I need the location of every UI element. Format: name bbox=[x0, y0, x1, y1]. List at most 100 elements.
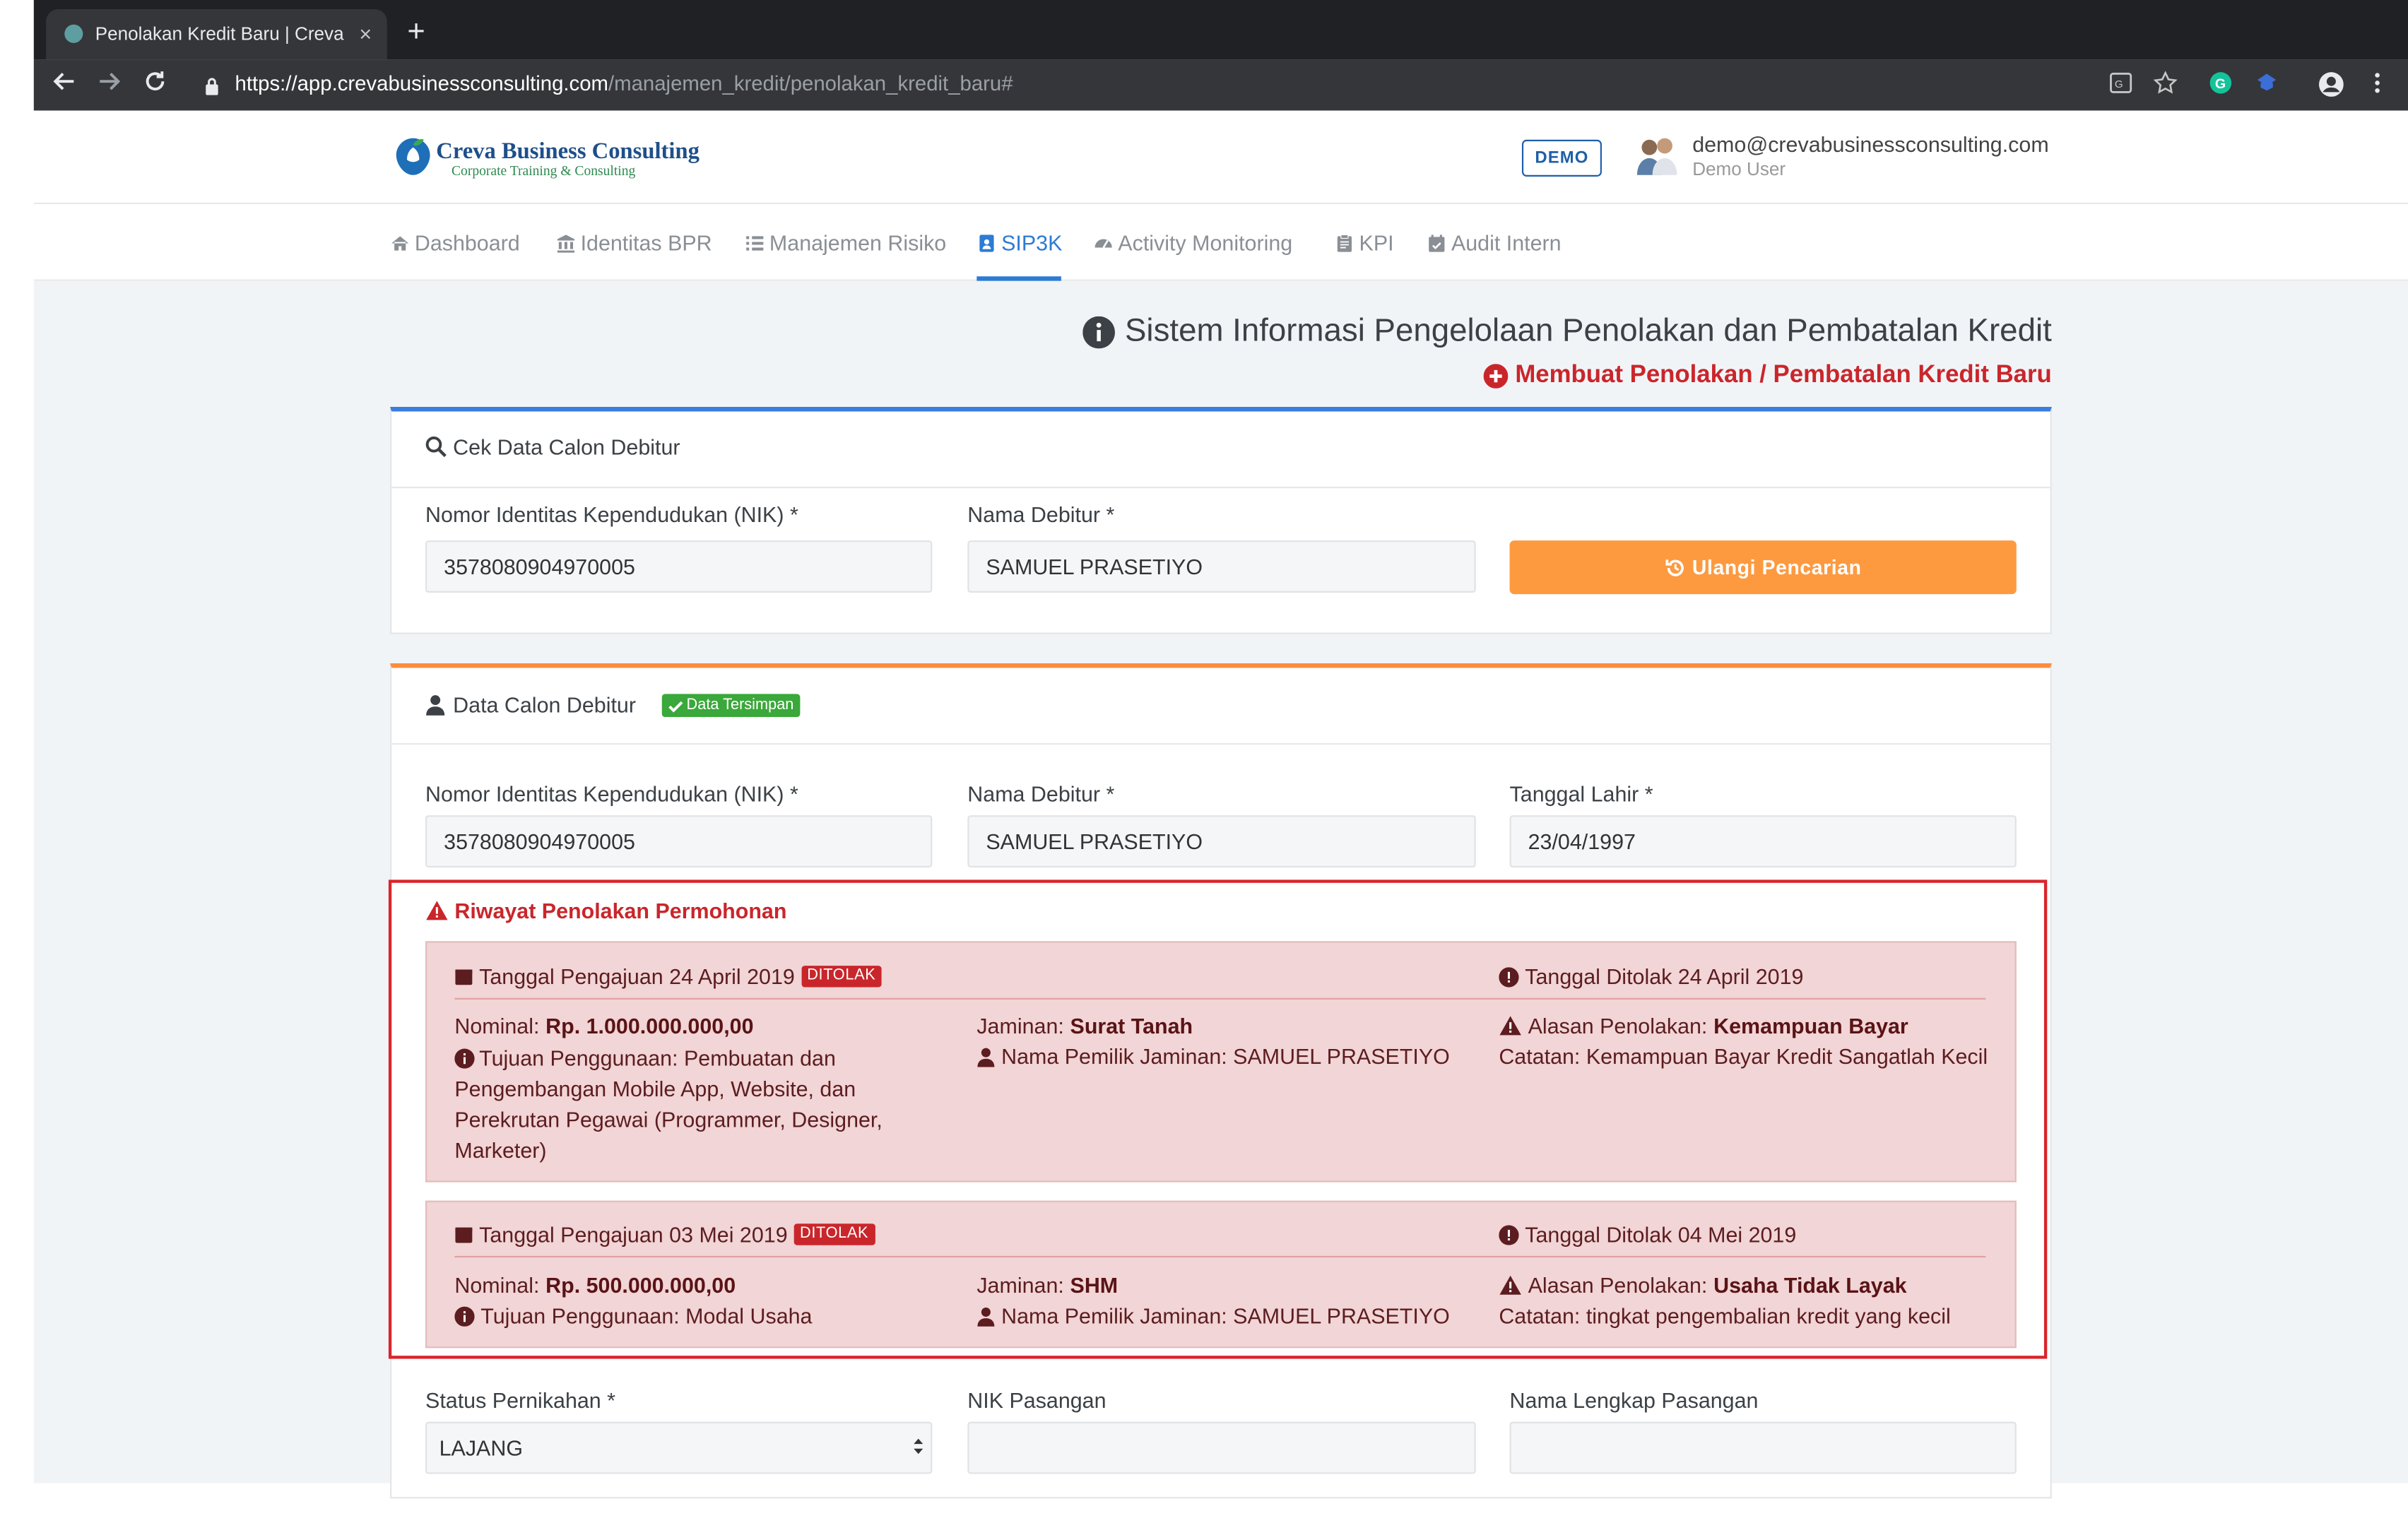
purpose: Tujuan Penggunaan: Pembuatan dan Pengemb… bbox=[454, 1043, 915, 1166]
saved-badge: Data Tersimpan bbox=[661, 694, 801, 718]
info-icon bbox=[454, 1048, 475, 1069]
purpose-text: Tujuan Penggunaan: Pembuatan dan Pengemb… bbox=[454, 1045, 883, 1163]
nav-item-label: KPI bbox=[1359, 230, 1394, 255]
saved-badge-label: Data Tersimpan bbox=[686, 697, 794, 714]
app-header bbox=[33, 110, 2408, 205]
back-arrow-icon[interactable] bbox=[49, 69, 80, 100]
debtor-name-input[interactable]: SAMUEL PRASETIYO bbox=[967, 815, 1476, 868]
create-new-link[interactable]: Membuat Penolakan / Pembatalan Kredit Ba… bbox=[1382, 362, 2052, 390]
avatar[interactable] bbox=[1634, 132, 1680, 178]
url-text[interactable]: https://app.crevabusinessconsulting.com/… bbox=[235, 72, 1013, 95]
list-icon bbox=[746, 235, 764, 250]
brand-name[interactable]: Creva Business Consulting bbox=[436, 140, 700, 166]
clipboard-icon bbox=[1337, 233, 1352, 251]
svg-text:G: G bbox=[2115, 78, 2123, 90]
repeat-search-button[interactable]: Ulangi Pencarian bbox=[1509, 540, 2017, 595]
nik-label: Nomor Identitas Kependudukan (NIK) * bbox=[425, 502, 798, 527]
status-badge: DITOLAK bbox=[801, 966, 883, 988]
translate-icon[interactable]: G bbox=[2108, 71, 2136, 98]
collateral-owner: Nama Pemilik Jaminan: SAMUEL PRASETIYO bbox=[976, 1043, 1450, 1069]
nav-item-manajemen-risiko[interactable]: Manajemen Risiko bbox=[745, 230, 946, 255]
collateral-label: Jaminan: bbox=[976, 1013, 1064, 1038]
nav-item-label: Manajemen Risiko bbox=[769, 230, 947, 255]
home-icon bbox=[391, 235, 409, 250]
page-title-text: Sistem Informasi Pengelolaan Penolakan d… bbox=[1124, 313, 2052, 349]
status-badge: DITOLAK bbox=[793, 1223, 875, 1245]
rejection-date: Tanggal Ditolak 24 April 2019 bbox=[1499, 964, 1803, 989]
rejection-reason: Alasan Penolakan: Usaha Tidak Layak bbox=[1499, 1272, 1907, 1298]
warning-icon bbox=[1499, 1275, 1521, 1295]
rejection-reason-label: Alasan Penolakan: bbox=[1528, 1013, 1708, 1038]
url-host: https://app.crevabusinessconsulting.com bbox=[235, 72, 609, 95]
nav-item-activity-monitoring[interactable]: Activity Monitoring bbox=[1094, 230, 1293, 255]
user-icon bbox=[977, 1306, 995, 1326]
debtor-card-title-text: Data Calon Debitur bbox=[453, 692, 636, 718]
collateral: Jaminan: Surat Tanah bbox=[976, 1014, 1193, 1038]
rejection-date-text: Tanggal Ditolak 04 Mei 2019 bbox=[1525, 1222, 1797, 1247]
user-role: Demo User bbox=[1692, 158, 1786, 180]
submission-date: Tanggal Pengajuan 24 April 2019 DITOLAK bbox=[454, 964, 883, 989]
marital-status-select[interactable]: LAJANG bbox=[425, 1421, 933, 1474]
nav-item-sip3k[interactable]: SIP3K bbox=[976, 230, 1062, 255]
repeat-search-label: Ulangi Pencarian bbox=[1692, 555, 1862, 579]
nominal-label: Nominal: bbox=[454, 1272, 540, 1298]
nav-item-label: Identitas BPR bbox=[580, 230, 712, 255]
purpose-text: Tujuan Penggunaan: Modal Usaha bbox=[480, 1303, 813, 1329]
dob-input[interactable]: 23/04/1997 bbox=[1509, 815, 2017, 868]
nik-input[interactable]: 3578080904970005 bbox=[425, 540, 933, 593]
info-circle-icon bbox=[1083, 315, 1116, 348]
nav-item-identitas-bpr[interactable]: Identitas BPR bbox=[556, 230, 712, 255]
check-icon bbox=[668, 700, 683, 712]
spouse-name-input[interactable] bbox=[1509, 1421, 2017, 1474]
submission-date-text: Tanggal Pengajuan 03 Mei 2019 bbox=[479, 1222, 788, 1247]
spouse-name-label: Nama Lengkap Pasangan bbox=[1509, 1387, 1759, 1413]
nav-item-audit-intern[interactable]: Audit Intern bbox=[1427, 230, 1562, 255]
lock-icon bbox=[204, 76, 220, 95]
debtor-nik-label: Nomor Identitas Kependudukan (NIK) * bbox=[425, 781, 798, 807]
debtor-nik-input[interactable]: 3578080904970005 bbox=[425, 815, 933, 868]
user-email[interactable]: demo@crevabusinessconsulting.com bbox=[1692, 132, 2048, 157]
profile-icon[interactable] bbox=[2318, 71, 2345, 98]
debtor-card-title: Data Calon Debitur bbox=[425, 692, 636, 717]
page-subtitle-text: Membuat Penolakan / Pembatalan Kredit Ba… bbox=[1515, 362, 2052, 389]
menu-dots-icon[interactable] bbox=[2365, 71, 2392, 98]
demo-badge: DEMO bbox=[1521, 139, 1602, 177]
collateral: Jaminan: SHM bbox=[976, 1273, 1118, 1298]
rejection-date: Tanggal Ditolak 04 Mei 2019 bbox=[1499, 1222, 1796, 1247]
logo-icon[interactable] bbox=[395, 135, 432, 178]
debtor-name-label: Nama Debitur * bbox=[967, 781, 1115, 807]
nominal-value: Rp. 1.000.000.000,00 bbox=[545, 1013, 754, 1038]
brand-tagline: Corporate Training & Consulting bbox=[452, 162, 636, 179]
spouse-nik-label: NIK Pasangan bbox=[967, 1387, 1106, 1413]
grammarly-icon[interactable]: G bbox=[2208, 71, 2236, 98]
submission-date: Tanggal Pengajuan 03 Mei 2019 DITOLAK bbox=[454, 1222, 875, 1247]
rejection-reason: Alasan Penolakan: Kemampuan Bayar bbox=[1499, 1014, 1908, 1038]
reload-icon[interactable] bbox=[140, 69, 170, 100]
extension-icon[interactable] bbox=[2255, 71, 2282, 98]
nav-item-label: Activity Monitoring bbox=[1118, 230, 1293, 255]
plus-circle-icon bbox=[1482, 364, 1508, 389]
new-tab-button[interactable]: + bbox=[402, 16, 430, 49]
rejection-note: Catatan: tingkat pengembalian kredit yan… bbox=[1499, 1303, 1951, 1329]
spouse-nik-input[interactable] bbox=[967, 1421, 1476, 1474]
nominal-label: Nominal: bbox=[454, 1013, 540, 1038]
nav-item-dashboard[interactable]: Dashboard bbox=[390, 230, 520, 255]
entry-divider bbox=[454, 997, 1986, 1000]
collateral-value: Surat Tanah bbox=[1070, 1013, 1193, 1038]
collateral-value: SHM bbox=[1070, 1272, 1119, 1298]
collateral-owner-text: Nama Pemilik Jaminan: SAMUEL PRASETIYO bbox=[1001, 1043, 1450, 1069]
rejection-history-title-text: Riwayat Penolakan Permohonan bbox=[454, 898, 787, 923]
search-icon bbox=[425, 436, 447, 458]
forward-arrow-icon[interactable] bbox=[94, 69, 124, 100]
nav-item-label: Audit Intern bbox=[1451, 230, 1562, 255]
calendar-check-icon bbox=[1429, 234, 1445, 251]
bookmark-star-icon[interactable] bbox=[2153, 71, 2180, 98]
marital-status-label: Status Pernikahan * bbox=[425, 1387, 616, 1413]
nav-item-label: Dashboard bbox=[414, 230, 520, 255]
rejection-reason-label: Alasan Penolakan: bbox=[1528, 1272, 1708, 1298]
name-input[interactable]: SAMUEL PRASETIYO bbox=[967, 540, 1476, 593]
nav-item-kpi[interactable]: KPI bbox=[1335, 230, 1394, 255]
card-divider bbox=[391, 742, 2050, 745]
tab-close-icon[interactable]: × bbox=[353, 20, 378, 47]
browser-tab[interactable]: Penolakan Kredit Baru | Creva Business C… bbox=[46, 9, 387, 60]
